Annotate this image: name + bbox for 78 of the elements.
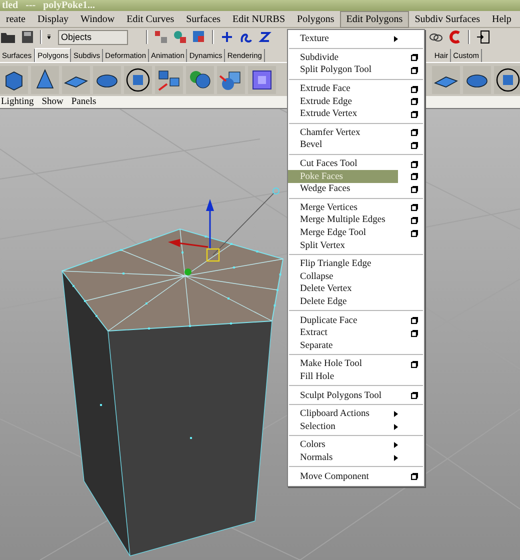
- menu-item[interactable]: Split Vertex: [288, 239, 424, 252]
- menu-item[interactable]: Texture: [288, 33, 394, 46]
- menu-bar-item[interactable]: Window: [74, 10, 121, 28]
- menu-bar-item[interactable]: Edit Curves: [120, 10, 180, 28]
- menu-item[interactable]: Sculpt Polygons Tool: [288, 389, 424, 402]
- menu-item[interactable]: Move Component: [288, 470, 424, 483]
- menu-bar-item[interactable]: Polygons: [291, 10, 340, 28]
- menu-item[interactable]: Clipboard Actions: [288, 408, 394, 420]
- option-box-icon[interactable]: [411, 86, 418, 93]
- menu-item[interactable]: Extrude Face: [288, 82, 424, 96]
- polygon-tool-icon[interactable]: [248, 66, 276, 94]
- menu-item[interactable]: Delete Edge: [288, 296, 424, 308]
- option-box-icon[interactable]: [411, 129, 418, 136]
- menu-item[interactable]: Bevel: [288, 139, 424, 152]
- option-box-icon[interactable]: [411, 216, 418, 224]
- menu-item[interactable]: Subdivide: [288, 52, 424, 64]
- window-title: tled --- polyPoke1...: [2, 0, 96, 11]
- menu-item[interactable]: Make Hole Tool: [288, 358, 424, 371]
- option-box-icon[interactable]: [411, 110, 418, 118]
- menu-bar-item[interactable]: Display: [31, 10, 75, 28]
- menu-item[interactable]: Duplicate Face: [288, 314, 424, 327]
- menu-item[interactable]: Extract: [288, 326, 424, 340]
- menu-bar-item[interactable]: Subdiv Surfaces: [408, 10, 486, 28]
- menu-item[interactable]: Selection: [288, 420, 394, 434]
- menu-bar-item[interactable]: Help: [486, 10, 518, 28]
- polygon-tool-icon[interactable]: [494, 66, 520, 94]
- menu-item[interactable]: Delete Vertex: [288, 283, 424, 296]
- menu-bar-item[interactable]: Edit NURBS: [226, 10, 292, 28]
- menu-item[interactable]: Merge Multiple Edges: [288, 214, 424, 227]
- menu-item[interactable]: Flip Triangle Edge: [288, 258, 424, 270]
- menu-bar-item[interactable]: Edit Polygons: [340, 10, 409, 28]
- selection-mode-field[interactable]: Objects: [58, 30, 128, 44]
- panel-menu-item[interactable]: Show: [42, 96, 64, 108]
- menu-item[interactable]: Merge Edge Tool: [288, 226, 424, 240]
- option-box-icon[interactable]: [411, 173, 418, 180]
- plane-icon[interactable]: [62, 66, 90, 94]
- option-box-icon[interactable]: [411, 66, 418, 74]
- option-box-icon[interactable]: [411, 54, 418, 62]
- option-box-icon[interactable]: [411, 186, 418, 193]
- z-shape-icon[interactable]: [257, 29, 273, 45]
- polygon-tool-icon[interactable]: [155, 66, 183, 94]
- input-icon[interactable]: [475, 29, 491, 45]
- plus-icon[interactable]: [219, 29, 235, 45]
- cube-icon[interactable]: [0, 66, 28, 94]
- menu-item[interactable]: Fill Hole: [288, 370, 424, 384]
- polygon-tool-icon[interactable]: [124, 66, 152, 94]
- option-box-icon[interactable]: [411, 160, 418, 168]
- option-box-icon[interactable]: [411, 230, 418, 237]
- option-box-icon[interactable]: [411, 392, 418, 400]
- option-box-icon[interactable]: [411, 473, 418, 480]
- menu-item[interactable]: Colors: [288, 439, 394, 452]
- panel-menu-item[interactable]: Lighting: [1, 96, 34, 108]
- menu-item[interactable]: Chamfer Vertex: [288, 126, 424, 140]
- menu-item[interactable]: Extrude Vertex: [288, 108, 424, 121]
- plane-icon[interactable]: [432, 66, 460, 94]
- menu-item[interactable]: Collapse: [288, 270, 424, 284]
- option-box-icon[interactable]: [411, 142, 418, 149]
- submenu-arrow-icon: [394, 36, 398, 42]
- polygon-tool-icon[interactable]: [186, 66, 214, 94]
- menu-item[interactable]: Cut Faces Tool: [288, 158, 424, 170]
- move-manipulator-icon[interactable]: [168, 188, 280, 276]
- menu-bar-item[interactable]: reate: [0, 10, 32, 28]
- option-box-icon[interactable]: [411, 360, 418, 368]
- option-box-icon[interactable]: [411, 98, 418, 106]
- menu-item[interactable]: Separate: [288, 339, 424, 352]
- panel-menu-item[interactable]: Panels: [71, 96, 96, 108]
- save-icon[interactable]: [19, 29, 35, 45]
- menu-item[interactable]: Wedge Faces: [288, 182, 424, 196]
- magnet-icon[interactable]: [447, 29, 463, 45]
- menu-bar-item[interactable]: Surfaces: [180, 10, 227, 28]
- menu-item[interactable]: Split Polygon Tool: [288, 64, 424, 77]
- option-box-icon[interactable]: [411, 204, 418, 212]
- menu-item[interactable]: Normals: [288, 452, 394, 464]
- option-box-icon[interactable]: [411, 330, 418, 337]
- menu-item[interactable]: Extrude Edge: [288, 95, 424, 108]
- cone-icon[interactable]: [31, 66, 59, 94]
- option-box-icon[interactable]: [411, 317, 418, 324]
- menu-item[interactable]: Merge Vertices: [288, 202, 424, 214]
